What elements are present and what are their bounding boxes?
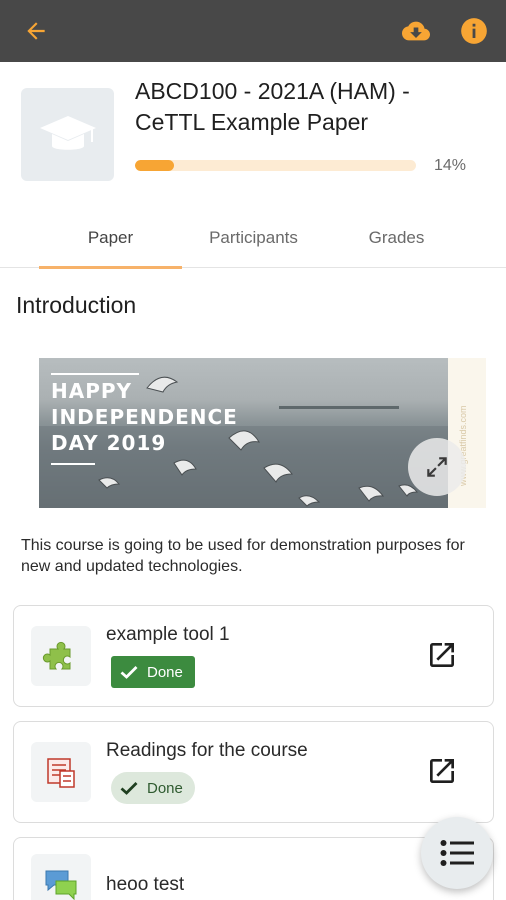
course-image [21, 88, 114, 181]
open-activity-button[interactable] [425, 754, 459, 788]
back-button[interactable] [18, 13, 54, 49]
puzzle-icon [42, 641, 71, 670]
app-bar [0, 0, 506, 62]
list-icon [440, 840, 474, 866]
activity-card[interactable]: example tool 1 Done [13, 605, 494, 707]
activity-icon-box [31, 854, 91, 900]
banner-rule-bottom [51, 463, 95, 465]
arrow-back-icon [27, 22, 45, 40]
check-icon [120, 782, 138, 795]
course-header: ABCD100 - 2021A (HAM) - CeTTL Example Pa… [0, 62, 506, 208]
book-icon [47, 758, 75, 788]
course-progress-bar [135, 160, 416, 171]
check-icon [120, 666, 138, 679]
course-title: ABCD100 - 2021A (HAM) - CeTTL Example Pa… [135, 78, 410, 135]
course-tabs: Paper Participants Grades [0, 208, 506, 269]
activity-name: Readings for the course [106, 740, 308, 761]
cloud-download-icon [402, 21, 430, 41]
open-external-icon [430, 643, 454, 667]
activity-card[interactable]: Readings for the course Done [13, 721, 494, 823]
open-external-icon [430, 759, 454, 783]
course-progress-fill [135, 160, 175, 171]
graduation-cap-icon [39, 115, 96, 150]
banner-text-line: HAPPY [51, 379, 133, 403]
info-icon [461, 18, 487, 44]
status-badge-label: Done [147, 779, 183, 797]
status-badge: Done [111, 772, 195, 804]
chat-icon [45, 870, 77, 900]
course-index-button[interactable] [421, 817, 493, 889]
open-activity-button[interactable] [425, 638, 459, 672]
expand-image-button[interactable] [408, 438, 466, 496]
section-title: Introduction [16, 292, 137, 318]
status-badge-label: Done [147, 663, 183, 681]
banner-text: HAPPY INDEPENDENCE DAY 2019 [51, 378, 238, 456]
banner-rule-top [51, 373, 139, 375]
status-badge: Done [111, 656, 195, 688]
tab-paper[interactable]: Paper [39, 208, 182, 269]
banner-text-line: DAY 2019 [51, 431, 167, 455]
activity-name: heoo test [106, 874, 185, 895]
course-progress-label: 14% [434, 157, 467, 174]
tab-grades[interactable]: Grades [325, 208, 468, 268]
expand-icon [427, 457, 447, 477]
activity-icon-box [31, 626, 91, 686]
info-button[interactable] [456, 13, 492, 49]
activity-icon-box [31, 742, 91, 802]
section-description: This course is going to be used for demo… [21, 537, 465, 575]
banner-text-line: INDEPENDENCE [51, 405, 238, 429]
tab-participants[interactable]: Participants [182, 208, 325, 268]
activity-name: example tool 1 [106, 624, 230, 645]
section-banner-image: HAPPY INDEPENDENCE DAY 2019 [39, 358, 448, 508]
download-button[interactable] [398, 13, 434, 49]
